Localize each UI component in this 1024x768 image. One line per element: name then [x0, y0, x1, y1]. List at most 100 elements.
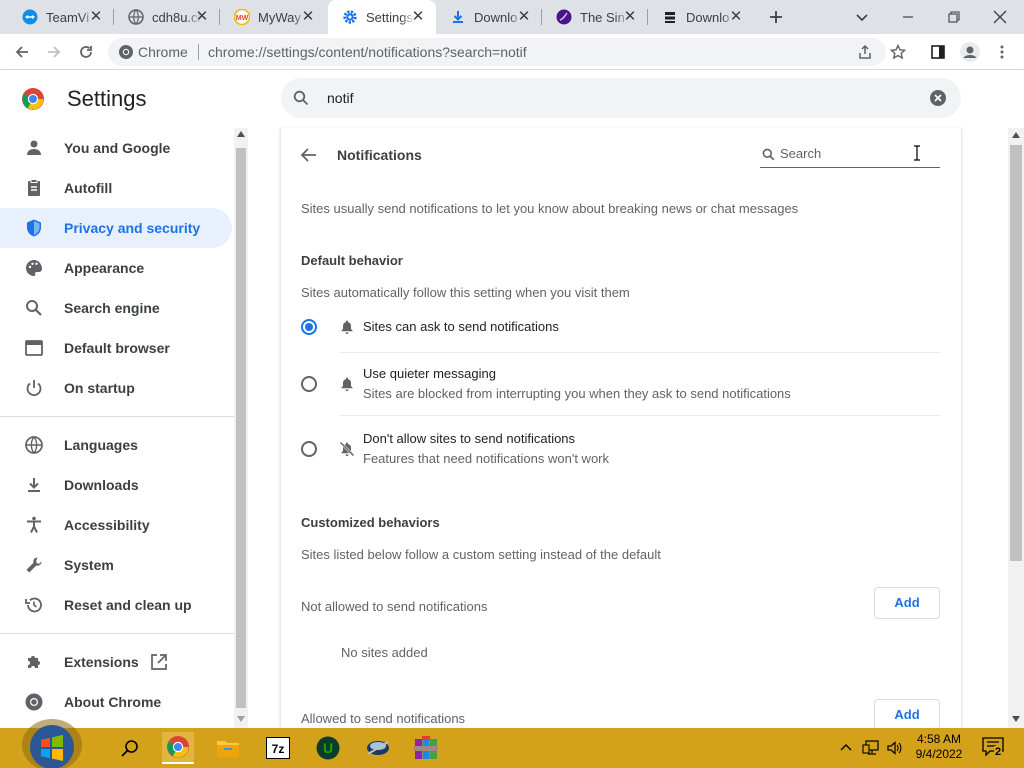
download-site-icon [665, 12, 675, 23]
allowed-heading: Allowed to send notifications [301, 711, 466, 726]
minimize-button[interactable] [894, 4, 922, 30]
add-not-allowed-button[interactable]: Add [874, 587, 940, 619]
reload-button[interactable] [72, 38, 100, 66]
sidebar-item-label: Appearance [64, 260, 145, 276]
profile-button[interactable] [956, 38, 984, 66]
svg-text:MW: MW [236, 15, 249, 22]
sidebar-item-label: Autofill [64, 180, 113, 196]
back-button[interactable] [8, 38, 36, 66]
taskbar-chrome[interactable] [162, 732, 194, 764]
share-icon[interactable] [857, 44, 873, 60]
bookmark-button[interactable] [884, 38, 912, 66]
tab-download-2[interactable]: Downlo ✕ [648, 0, 754, 34]
open-in-new-icon [151, 654, 167, 670]
action-center-button[interactable]: 2 [982, 736, 1008, 760]
clear-search-icon[interactable] [930, 90, 946, 106]
sidebar-item-label: You and Google [64, 140, 171, 156]
taskbar-upwork[interactable]: U [312, 732, 344, 764]
upwork-icon: U [316, 736, 340, 760]
radio-quieter-messaging[interactable] [301, 376, 317, 392]
close-icon[interactable]: ✕ [622, 9, 638, 25]
bell-icon [341, 377, 353, 391]
tab-myway[interactable]: MW MyWay ✕ [220, 0, 326, 34]
tab-search-button[interactable] [848, 4, 876, 30]
sidebar-item-privacy-and-security[interactable]: Privacy and security [0, 208, 232, 248]
more-vert-icon [1000, 45, 1004, 59]
no-sites-added: No sites added [341, 645, 428, 660]
tab-download[interactable]: Downlo ✕ [436, 0, 542, 34]
add-allowed-button[interactable]: Add [874, 699, 940, 731]
volume-icon[interactable] [886, 740, 902, 756]
sidebar-item-default-browser[interactable]: Default browser [0, 328, 232, 368]
teamviewer-icon [22, 9, 38, 25]
chevron-up-icon[interactable] [840, 742, 852, 752]
close-icon[interactable]: ✕ [410, 9, 426, 25]
menu-button[interactable] [988, 38, 1016, 66]
bell-off-icon [339, 441, 355, 457]
taskbar-7zip[interactable]: 7z [262, 732, 294, 764]
new-tab-button[interactable] [762, 4, 790, 30]
page-title: Settings [67, 86, 147, 111]
close-icon[interactable]: ✕ [300, 9, 316, 25]
close-icon[interactable]: ✕ [88, 9, 104, 25]
sidebar-item-on-startup[interactable]: On startup [0, 368, 232, 408]
search-placeholder: Search [780, 146, 822, 161]
tab-the-sims[interactable]: The Sin ✕ [542, 0, 648, 34]
tab-cdh8u[interactable]: cdh8u.cl ✕ [114, 0, 220, 34]
option-dont-allow-sublabel: Features that need notifications won't w… [363, 451, 610, 466]
sidebar-item-downloads[interactable]: Downloads [0, 465, 232, 505]
start-button[interactable] [20, 714, 84, 768]
sidebar-item-reset-and-clean-up[interactable]: Reset and clean up [0, 585, 232, 625]
url-text[interactable]: chrome://settings/content/notifications?… [208, 44, 527, 60]
settings-sidebar: You and Google Autofill Privacy and secu… [0, 128, 234, 728]
scroll-down-arrow-icon[interactable] [237, 716, 245, 722]
sidebar-item-autofill[interactable]: Autofill [0, 168, 232, 208]
sidebar-item-you-and-google[interactable]: You and Google [0, 128, 232, 168]
taskbar-file-explorer[interactable] [212, 732, 244, 764]
close-icon[interactable]: ✕ [516, 9, 532, 25]
sidebar-item-languages[interactable]: Languages [0, 425, 232, 465]
accessibility-icon [27, 516, 41, 533]
sidebar-item-label: On startup [64, 380, 135, 396]
omnibox-separator [198, 44, 199, 60]
settings-search-bar[interactable]: notif [281, 78, 961, 118]
tab-settings[interactable]: Settings ✕ [328, 0, 436, 34]
taskbar-search-button[interactable] [114, 732, 146, 764]
scroll-up-arrow-icon[interactable] [237, 131, 245, 137]
taskbar-winrar[interactable] [410, 732, 442, 764]
scroll-down-arrow-icon[interactable] [1012, 716, 1020, 722]
close-window-button[interactable] [986, 4, 1014, 30]
settings-header: Settings notif [0, 70, 1024, 128]
back-arrow-icon[interactable] [300, 147, 318, 163]
address-bar[interactable]: Chrome chrome://settings/content/notific… [108, 38, 886, 66]
settings-gear-icon [343, 10, 357, 24]
sidebar-item-search-engine[interactable]: Search engine [0, 288, 232, 328]
system-clock[interactable]: 4:58 AM 9/4/2022 [908, 732, 970, 762]
plus-icon [770, 11, 782, 23]
sidebar-item-accessibility[interactable]: Accessibility [0, 505, 232, 545]
sidebar-scroll-thumb[interactable] [236, 148, 246, 708]
chrome-window: TeamVi ✕ cdh8u.cl ✕ MW MyWay ✕ Settings … [0, 0, 1024, 768]
radio-dont-allow[interactable] [301, 441, 317, 457]
sidebar-item-system[interactable]: System [0, 545, 232, 585]
tab-teamviewer[interactable]: TeamVi ✕ [8, 0, 114, 34]
content-scroll-thumb[interactable] [1010, 145, 1022, 561]
scroll-up-arrow-icon[interactable] [1012, 132, 1020, 138]
default-behavior-subheading: Sites automatically follow this setting … [301, 285, 630, 300]
restore-button[interactable] [940, 4, 968, 30]
close-icon[interactable]: ✕ [194, 9, 210, 25]
forward-button[interactable] [40, 38, 68, 66]
browser-toolbar: Chrome chrome://settings/content/notific… [0, 34, 1024, 70]
taskbar-network-drive[interactable] [362, 732, 394, 764]
sidebar-item-appearance[interactable]: Appearance [0, 248, 232, 288]
radio-sites-can-ask[interactable] [301, 319, 317, 335]
network-icon[interactable] [862, 740, 880, 756]
clock-date: 9/4/2022 [915, 747, 963, 761]
chrome-icon [25, 693, 43, 711]
close-icon[interactable]: ✕ [728, 9, 744, 25]
sidebar-item-extensions[interactable]: Extensions [0, 642, 232, 682]
default-behavior-heading: Default behavior [301, 253, 403, 268]
search-input[interactable]: notif [327, 90, 353, 106]
side-panel-button[interactable] [924, 38, 952, 66]
chrome-icon [167, 736, 189, 758]
